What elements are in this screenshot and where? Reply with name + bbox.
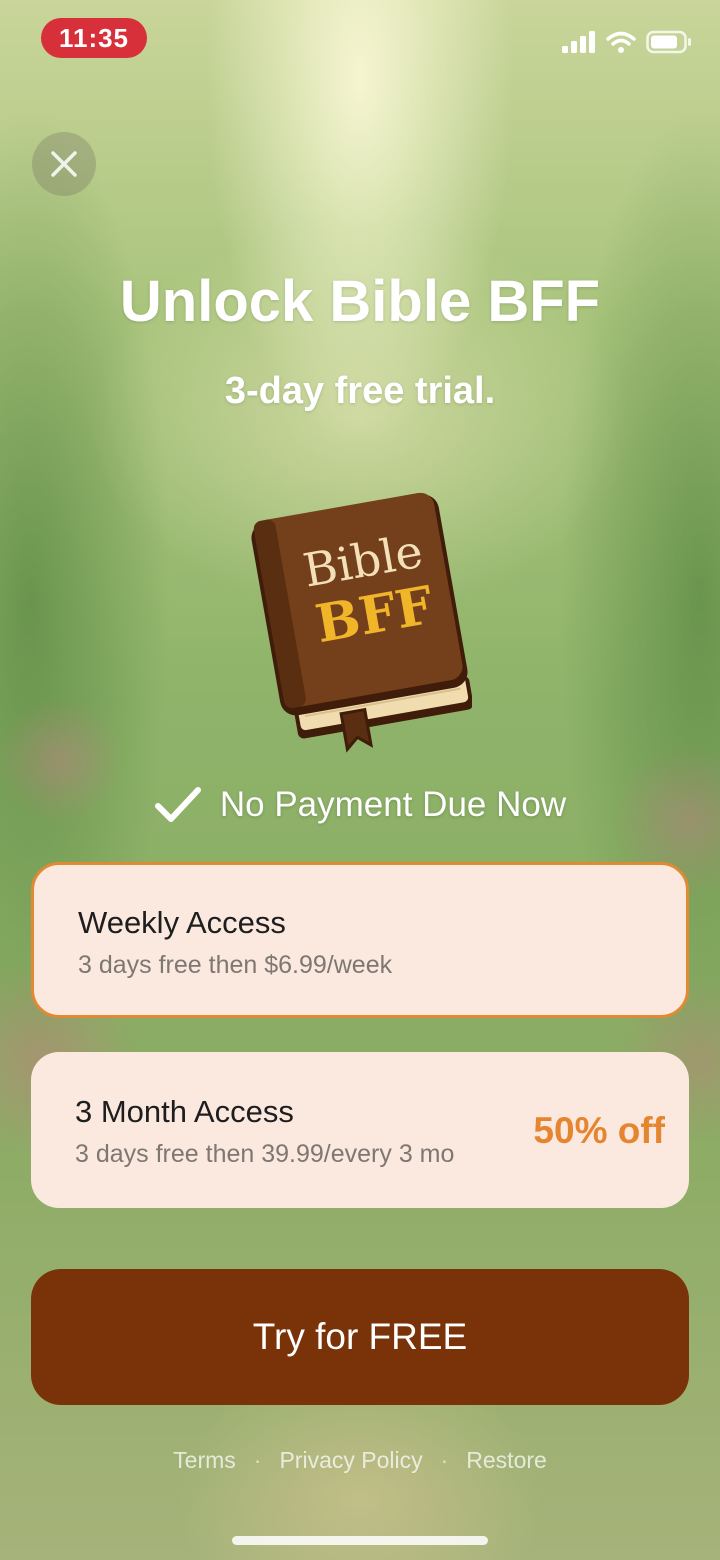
no-payment-text: No Payment Due Now: [219, 785, 567, 824]
page-title: Unlock Bible BFF: [119, 269, 601, 334]
page-subtitle: 3-day free trial.: [224, 370, 496, 412]
no-payment-notice: No Payment Due Now: [0, 785, 720, 825]
terms-link[interactable]: Terms: [173, 1447, 236, 1474]
status-time: 11:35: [41, 18, 147, 58]
privacy-policy-link[interactable]: Privacy Policy: [279, 1447, 422, 1474]
separator-dot: ·: [440, 1447, 449, 1473]
plan-name: 3 Month Access: [75, 1094, 294, 1129]
plan-name: Weekly Access: [78, 905, 286, 940]
battery-icon: [646, 30, 691, 54]
try-for-free-button[interactable]: Try for FREE: [31, 1269, 689, 1405]
footer-links: Terms · Privacy Policy · Restore: [0, 1447, 720, 1474]
close-icon: [51, 151, 77, 177]
plan-3-month-access[interactable]: 3 Month Access 3 days free then 39.99/ev…: [31, 1052, 689, 1208]
plan-weekly-access[interactable]: Weekly Access 3 days free then $6.99/wee…: [31, 862, 689, 1018]
close-button[interactable]: [32, 132, 96, 196]
bible-bff-logo: Bible BFF: [236, 484, 474, 756]
home-indicator: [232, 1536, 488, 1545]
discount-badge: 50% off: [533, 1110, 665, 1151]
paywall-screen: 11:35 Unlock Bible BFF 3-day free trial.…: [0, 0, 720, 1560]
separator-dot: ·: [253, 1447, 262, 1473]
wifi-icon: [606, 31, 636, 53]
checkmark-icon: [154, 787, 201, 822]
plan-description: 3 days free then 39.99/every 3 mo: [75, 1140, 455, 1168]
restore-link[interactable]: Restore: [466, 1447, 547, 1474]
status-bar: 11:35: [0, 0, 720, 80]
cellular-signal-icon: [562, 31, 595, 53]
plan-description: 3 days free then $6.99/week: [78, 951, 393, 979]
status-icons: [562, 30, 692, 54]
